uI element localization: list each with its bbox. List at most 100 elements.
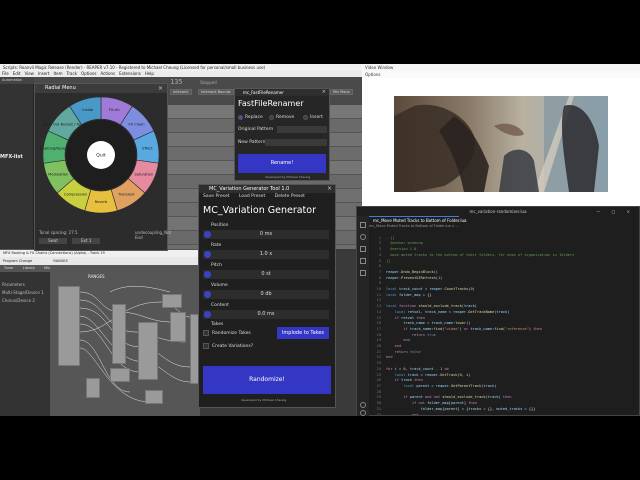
close-icon[interactable]: × — [158, 84, 163, 93]
routing-window: MFX Routing & FX Chains (Connections) (A… — [0, 249, 200, 416]
routing-node[interactable] — [138, 322, 158, 380]
content-label: Content — [211, 303, 229, 308]
volume-slider[interactable]: 0 db — [203, 290, 329, 299]
ffr-title-bar: mc_FastFileRenamer — [235, 89, 329, 96]
routing-program-bar: Program Change RANGES — [0, 257, 200, 265]
routing-node[interactable] — [162, 294, 182, 308]
editor-tab[interactable]: mc_Move Muted Tracks to Bottom of Folder… — [369, 216, 466, 224]
routing-canvas[interactable]: RANGES — [50, 272, 200, 416]
routing-node[interactable] — [86, 378, 100, 398]
radial-bottom-buttons: Swat Ext 1 — [39, 238, 101, 244]
content-slider[interactable]: 0.0 ms — [203, 310, 329, 319]
explorer-icon[interactable] — [360, 222, 366, 228]
tab-library[interactable]: Library — [23, 266, 35, 270]
tab-tuner[interactable]: Tuner — [4, 266, 14, 270]
menu-item-actions[interactable]: Actions — [100, 71, 115, 76]
new-pattern-input[interactable] — [265, 139, 327, 146]
radial-wheel[interactable]: FX.ish FX Chain Effect Saturation Transient R… — [35, 93, 167, 229]
routing-side-item[interactable]: Multi-Stage/Device 1 — [2, 290, 44, 295]
remove-radio[interactable] — [269, 115, 274, 120]
rate-value: 1.0 x — [259, 251, 273, 257]
mfx-list-label: MFX-list — [0, 154, 23, 160]
menu-item-extensions[interactable]: Extensions — [119, 71, 141, 76]
routing-side-item[interactable]: Chorus/Device 2 — [2, 298, 35, 303]
menu-item-track[interactable]: Track — [67, 71, 77, 76]
implode-to-takes-button[interactable]: Implode to Takes — [277, 327, 329, 339]
routing-sidebar: Parameters Multi-Stage/Device 1 Chorus/D… — [0, 272, 50, 416]
radial-segment-label: FX Chain — [129, 122, 145, 126]
original-pattern-input[interactable] — [277, 126, 327, 133]
ext-button[interactable]: Ext 1 — [72, 238, 101, 244]
load-preset-button[interactable]: Load Preset — [239, 194, 265, 199]
program-change-label: Program Change — [3, 259, 33, 263]
swat-button[interactable]: Swat — [39, 238, 67, 244]
replace-label: Replace — [245, 115, 263, 120]
variation-generator-window: MC_Variation Generator Tool 1.0 × Save P… — [198, 184, 336, 408]
delete-preset-button[interactable]: Delete Preset — [275, 194, 305, 199]
rate-slider[interactable]: 1.0 x — [203, 250, 329, 259]
video-options-menu[interactable]: Options — [362, 71, 640, 78]
menu-item-file[interactable]: File — [2, 71, 9, 76]
radial-segment-label: Compression — [64, 193, 87, 197]
radial-segment-label: FX.ish — [109, 108, 120, 112]
toolbar-button-mix-mono[interactable]: Mix Mono — [330, 89, 353, 95]
toolbar-button-intersect-bounds[interactable]: Intersect Bounds — [198, 89, 234, 95]
create-variations-label: Create Variations? — [212, 344, 254, 349]
menu-item-help[interactable]: Help — [145, 71, 154, 76]
randomize-takes-checkbox[interactable] — [203, 330, 209, 336]
tab-mix[interactable]: Mix — [44, 266, 50, 270]
mcv-menu-bar: Save Preset Load Preset Delete Preset — [203, 194, 313, 199]
gear-icon[interactable] — [360, 410, 366, 416]
code-editor[interactable]: 1 --[[ 2 @author mcheung 3 @version 1.0 4… — [369, 230, 639, 415]
radial-segment-label: Saturation — [134, 173, 153, 177]
position-slider[interactable]: 0 ms — [203, 230, 329, 239]
source-control-icon[interactable] — [360, 246, 366, 252]
breadcrumb: mc_Move Muted Tracks to Bottom of Folder… — [369, 224, 460, 228]
ffr-heading: FastFileRenamer — [238, 99, 304, 108]
rate-label: Rate — [211, 243, 222, 248]
menu-item-options[interactable]: Options — [81, 71, 96, 76]
pitch-slider[interactable]: 0 st — [203, 270, 329, 279]
routing-side-item[interactable]: Parameters — [2, 282, 25, 287]
radial-segment-label: Dubbing/Reverb — [40, 147, 70, 151]
mcv-title-bar: MC_Variation Generator Tool 1.0 — [199, 185, 335, 193]
replace-radio[interactable] — [238, 115, 243, 120]
extensions-icon[interactable] — [360, 270, 366, 276]
original-pattern-label: Original Pattern — [238, 127, 274, 132]
toolbar-button-intersect[interactable]: Intersect — [170, 89, 192, 95]
randomize-button[interactable]: Randomize! — [203, 366, 331, 394]
mcv-heading: MC_Variation Generator — [203, 205, 316, 216]
routing-node[interactable] — [58, 286, 80, 366]
menu-item-edit[interactable]: Edit — [13, 71, 21, 76]
routing-node[interactable] — [145, 390, 163, 404]
account-icon[interactable] — [360, 402, 366, 408]
close-icon[interactable]: × — [327, 185, 332, 193]
search-icon[interactable] — [360, 234, 366, 240]
debug-icon[interactable] — [360, 258, 366, 264]
new-pattern-label: New Pattern: — [238, 140, 267, 145]
menu-item-item[interactable]: Item — [53, 71, 62, 76]
routing-title-bar: MFX Routing & FX Chains (Connections) (A… — [0, 250, 200, 257]
insert-radio[interactable] — [303, 115, 308, 120]
rename-button[interactable]: Rename! — [238, 154, 326, 173]
close-icon[interactable]: × — [322, 89, 326, 96]
volume-label: Volume — [211, 283, 228, 288]
routing-node[interactable] — [110, 368, 130, 382]
track-control-panel: MFX-list — [0, 84, 34, 249]
pitch-label: Pitch — [211, 263, 222, 268]
menu-item-view[interactable]: View — [24, 71, 34, 76]
create-variations-checkbox[interactable] — [203, 343, 209, 349]
volume-value: 0 db — [260, 291, 272, 297]
transport-state: Stopped — [200, 80, 217, 85]
radial-segment-label: Modulation — [48, 173, 68, 177]
video-frame-image — [394, 96, 608, 192]
insert-label: Insert — [310, 115, 323, 120]
routing-node[interactable] — [170, 312, 186, 342]
routing-node[interactable] — [112, 304, 126, 364]
video-window: Video Window Options — [362, 64, 640, 206]
video-title-bar: Video Window — [362, 64, 640, 71]
radial-segment-label: Reverb — [95, 200, 108, 204]
window-controls[interactable]: — □ × — [596, 207, 635, 216]
save-preset-button[interactable]: Save Preset — [203, 194, 230, 199]
menu-item-insert[interactable]: Insert — [38, 71, 49, 76]
